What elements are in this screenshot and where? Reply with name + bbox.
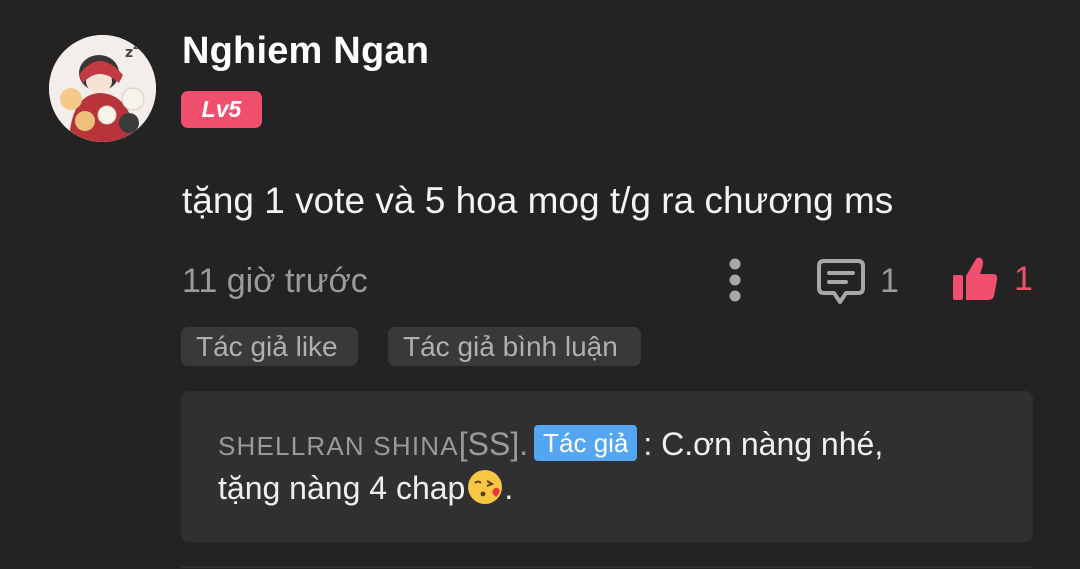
svg-text:z: z <box>125 45 133 61</box>
more-options-button[interactable] <box>720 256 750 306</box>
author-replied-tag: Tác giả bình luận <box>388 327 641 366</box>
author-badge: Tác giả <box>534 425 638 461</box>
reply-count: 1 <box>880 261 899 300</box>
username[interactable]: Nghiem Ngan <box>182 30 429 73</box>
kissing-face-emoji-icon <box>466 468 504 506</box>
svg-text:z: z <box>133 41 139 52</box>
more-vert-icon <box>729 258 741 302</box>
reply-author-name[interactable]: SHELLRAN SHINA <box>218 431 459 461</box>
reply-line-2: tặng nàng 4 chap . <box>218 466 996 510</box>
author-liked-tag: Tác giả like <box>181 327 358 366</box>
thumbs-up-icon <box>953 257 998 300</box>
reply-text-line2-end: . <box>504 470 514 506</box>
comment-text: tặng 1 vote và 5 hoa mog t/g ra chương m… <box>182 180 894 221</box>
reply-text-line1: : C.ơn nàng nhé, <box>643 426 884 462</box>
like-button[interactable]: 1 <box>950 252 1035 306</box>
reply-button[interactable]: 1 <box>816 255 906 307</box>
author-reply-box[interactable]: SHELLRAN SHINA[SS]. Tác giả: C.ơn nàng nh… <box>181 391 1033 542</box>
divider <box>181 566 1033 568</box>
like-count: 1 <box>1014 259 1033 298</box>
reply-text-line2: tặng nàng 4 chap <box>218 470 466 506</box>
reply-author-suffix: [SS]. <box>458 426 529 462</box>
timestamp: 11 giờ trước <box>182 262 368 300</box>
reply-line-1: SHELLRAN SHINA[SS]. Tác giả: C.ơn nàng nh… <box>218 422 996 466</box>
avatar[interactable]: z z <box>49 35 156 142</box>
comment-icon <box>817 259 865 304</box>
level-badge: Lv5 <box>181 91 262 128</box>
